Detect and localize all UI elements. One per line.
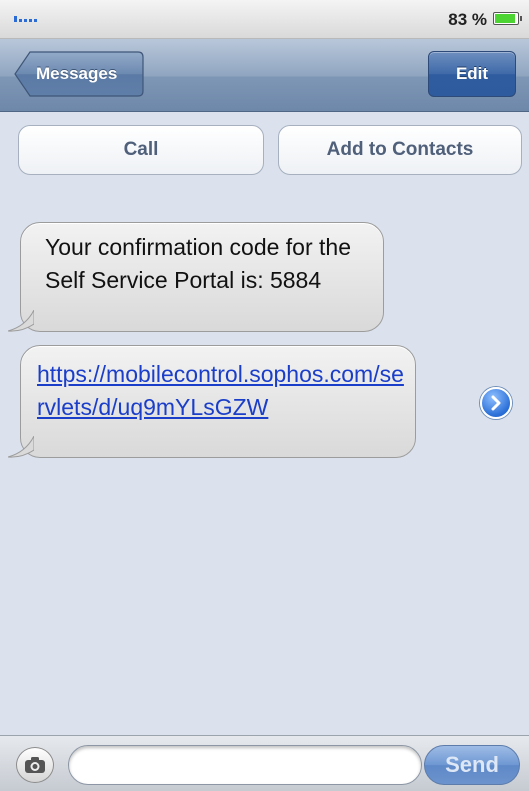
camera-icon[interactable] xyxy=(16,747,54,783)
chevron-glyph xyxy=(491,395,501,411)
signal-bars-icon xyxy=(14,16,39,22)
camera-glyph xyxy=(25,757,45,773)
message-text: Your confirmation code for the Self Serv… xyxy=(45,234,351,293)
edit-button[interactable]: Edit xyxy=(428,51,516,97)
bubble-tail xyxy=(8,310,34,332)
message-bubble: https://mobilecontrol.sophos.com/servlet… xyxy=(8,345,416,458)
back-messages-button[interactable]: Messages xyxy=(14,51,144,97)
message-bubble: Your confirmation code for the Self Serv… xyxy=(8,222,384,332)
navigation-bar: Messages Edit xyxy=(0,39,529,112)
messages-screen: 83 % Messages Edit Call Add to Contacts … xyxy=(0,0,529,791)
battery-fill xyxy=(495,14,515,23)
battery-icon xyxy=(493,12,522,25)
chevron-right-icon[interactable] xyxy=(480,387,512,419)
message-input[interactable] xyxy=(68,745,422,785)
compose-bar: Send xyxy=(0,735,529,791)
battery-percent: 83 % xyxy=(448,10,487,29)
bubble-tail xyxy=(8,436,34,458)
status-bar: 83 % xyxy=(0,0,529,39)
portal-link[interactable]: https://mobilecontrol.sophos.com/servlet… xyxy=(37,361,404,420)
send-button[interactable]: Send xyxy=(424,745,520,785)
call-button[interactable]: Call xyxy=(18,125,264,175)
add-to-contacts-button[interactable]: Add to Contacts xyxy=(278,125,522,175)
back-button-label: Messages xyxy=(36,64,118,83)
